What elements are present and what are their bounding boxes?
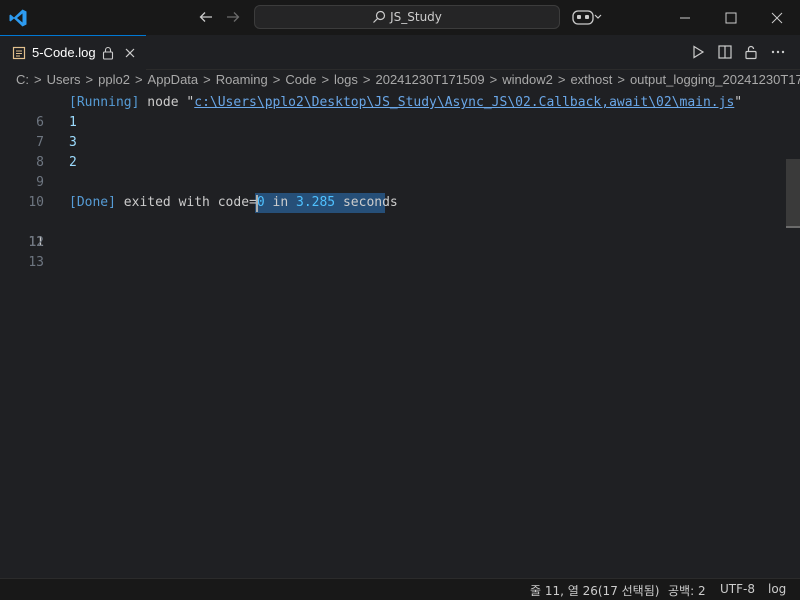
chevron-right-icon: > <box>362 72 371 87</box>
line-code: [Done] exited with code=0 in 3.285 secon… <box>69 195 398 210</box>
command-center-search[interactable]: JS_Study <box>254 5 560 29</box>
breadcrumb-item[interactable]: AppData <box>148 72 199 87</box>
editor-line: 6 [Running] node "c:\Users\pplo2\Desktop… <box>0 93 800 130</box>
language-mode-status[interactable]: log <box>768 582 786 596</box>
close-icon <box>771 12 783 23</box>
breadcrumb-item[interactable]: Roaming <box>216 72 268 87</box>
editor-content[interactable]: 6 [Running] node "c:\Users\pplo2\Desktop… <box>0 92 800 578</box>
breadcrumb-item[interactable]: C: <box>16 72 29 87</box>
editor-line: 13 <box>0 233 800 270</box>
encoding-status[interactable]: UTF-8 <box>720 582 755 596</box>
breadcrumb-item[interactable]: window2 <box>502 72 553 87</box>
vscode-window: JS_Study 5-Code.log C: > Users > pplo2 >… <box>0 0 800 600</box>
minimize-icon <box>680 17 690 18</box>
line-code: 1 <box>69 115 77 130</box>
search-label: JS_Study <box>390 10 442 24</box>
editor-line-active: 11 [Done] exited with code=0 in 3.285 se… <box>0 193 800 250</box>
split-editor-icon[interactable] <box>717 44 733 60</box>
file-path-link[interactable]: c:\Users\pplo2\Desktop\JS_Study\Async_JS… <box>194 95 734 110</box>
chevron-right-icon: > <box>272 72 281 87</box>
tab-close-icon[interactable] <box>124 47 136 59</box>
status-bar: 줄 11, 열 26(17 선택됨) 공백: 2 UTF-8 log <box>0 578 800 600</box>
editor-line: 12 <box>0 213 800 250</box>
tab-bar: 5-Code.log <box>0 35 800 70</box>
maximize-button[interactable] <box>708 0 754 35</box>
vscode-logo-icon <box>9 9 27 27</box>
forward-arrow-icon[interactable] <box>225 9 241 25</box>
chevron-right-icon: > <box>203 72 211 87</box>
chevron-right-icon: > <box>134 72 143 87</box>
line-code: [Running] node "c:\Users\pplo2\Desktop\J… <box>69 95 743 110</box>
text-cursor <box>256 195 258 212</box>
run-icon[interactable] <box>690 44 706 60</box>
chevron-right-icon: > <box>489 72 498 87</box>
chevron-right-icon: > <box>617 72 625 87</box>
lock-icon <box>102 46 114 60</box>
breadcrumb-item[interactable]: exthost <box>570 72 612 87</box>
more-actions-icon[interactable] <box>770 44 786 60</box>
breadcrumb-item[interactable]: output_logging_20241230T171653 <box>630 72 800 87</box>
scrollbar-cursor-marker <box>786 226 800 228</box>
search-icon <box>373 10 386 23</box>
minimize-button[interactable] <box>662 0 708 35</box>
chevron-right-icon: > <box>321 72 330 87</box>
line-code: 3 <box>69 135 77 150</box>
breadcrumb: C: > Users > pplo2 > AppData > Roaming > Code… <box>0 70 800 92</box>
line-number: 13 <box>28 255 44 270</box>
breadcrumb-item[interactable]: pplo2 <box>98 72 130 87</box>
breadcrumb-item[interactable]: Users <box>47 72 81 87</box>
editor-line: 10 <box>0 173 800 210</box>
line-code: 2 <box>69 155 77 170</box>
copilot-menu-icon[interactable] <box>572 9 602 25</box>
tab-label: 5-Code.log <box>32 45 96 60</box>
log-file-icon <box>12 46 26 60</box>
editor-line: 9 2 <box>0 153 800 190</box>
title-bar: JS_Study <box>0 0 800 35</box>
indentation-status[interactable]: 공백: 2 <box>668 582 706 599</box>
editor-line: 8 3 <box>0 133 800 170</box>
cursor-position-status[interactable]: 줄 11, 열 26(17 선택됨) <box>530 582 659 599</box>
back-arrow-icon[interactable] <box>198 9 214 25</box>
chevron-right-icon: > <box>557 72 566 87</box>
unlock-icon[interactable] <box>743 44 759 60</box>
breadcrumb-item[interactable]: Code <box>285 72 316 87</box>
tab-5-code-log[interactable]: 5-Code.log <box>0 35 146 70</box>
breadcrumb-item[interactable]: 20241230T171509 <box>375 72 484 87</box>
editor-line: 7 1 <box>0 113 800 150</box>
breadcrumb-item[interactable]: logs <box>334 72 358 87</box>
maximize-icon <box>725 12 737 23</box>
scrollbar-thumb[interactable] <box>786 159 800 227</box>
chevron-right-icon: > <box>34 72 42 87</box>
chevron-right-icon: > <box>85 72 94 87</box>
close-window-button[interactable] <box>754 0 800 35</box>
